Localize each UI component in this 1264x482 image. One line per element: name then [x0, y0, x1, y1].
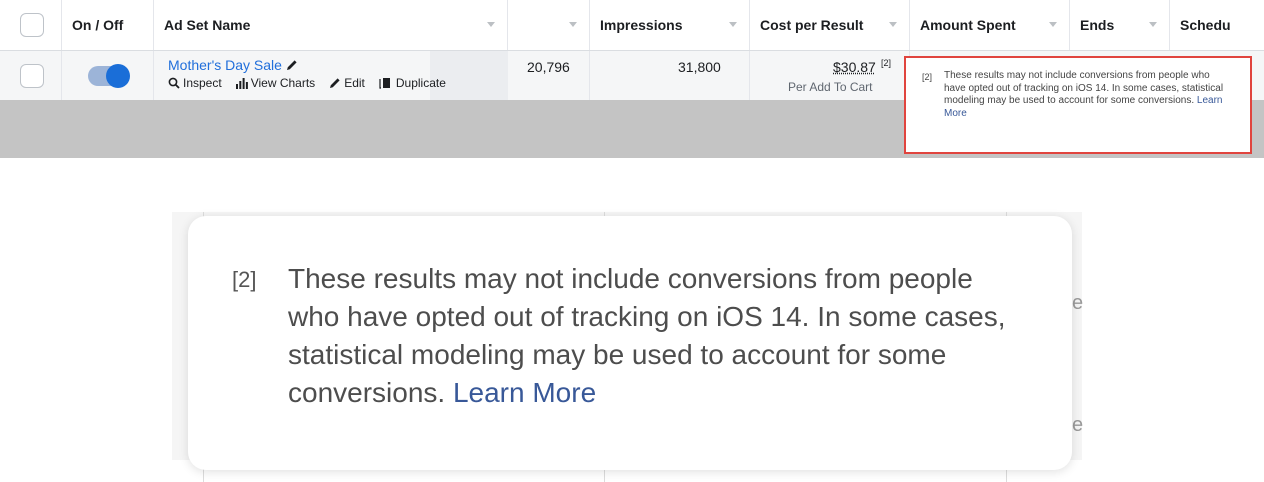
row-checkbox[interactable] [20, 64, 44, 88]
row-actions: Inspect View Charts Edit Duplicate [168, 76, 446, 90]
zoomed-tooltip: [2] These results may not include conver… [188, 216, 1072, 470]
ad-sets-table: On / Off Ad Set Name Impressions Cost pe… [0, 0, 1264, 158]
cost-per-result-subtitle: Per Add To Cart [788, 80, 873, 94]
column-on-off-label: On / Off [72, 17, 124, 33]
column-on-off[interactable]: On / Off [62, 0, 154, 50]
zoomed-tooltip-text: These results may not include conversion… [288, 263, 1006, 408]
duplicate-label: Duplicate [395, 76, 446, 90]
sort-icon[interactable] [1049, 22, 1057, 27]
column-ends[interactable]: Ends [1070, 0, 1170, 50]
tooltip-text-block: These results may not include conversion… [944, 70, 1234, 120]
results-value: 20,796 [527, 59, 570, 75]
inspect-label: Inspect [183, 76, 222, 90]
column-impressions[interactable]: Impressions [590, 0, 750, 50]
column-results[interactable] [508, 0, 590, 50]
ad-set-toggle[interactable] [88, 64, 130, 88]
sort-icon[interactable] [487, 22, 495, 27]
edit-action[interactable]: Edit [329, 76, 365, 90]
column-ends-label: Ends [1080, 17, 1115, 33]
duplicate-action[interactable]: Duplicate [379, 76, 446, 90]
sort-icon[interactable] [1149, 22, 1157, 27]
pencil-icon[interactable] [286, 59, 298, 71]
view-charts-action[interactable]: View Charts [235, 76, 316, 90]
column-schedule[interactable]: Schedu [1170, 0, 1264, 50]
bar-chart-icon [235, 78, 248, 89]
column-ad-set-name-label: Ad Set Name [164, 17, 251, 33]
sort-icon[interactable] [569, 22, 577, 27]
column-impressions-label: Impressions [600, 17, 683, 33]
tooltip-text: These results may not include conversion… [944, 70, 1224, 106]
select-all-checkbox[interactable] [20, 13, 44, 37]
pencil-icon [330, 78, 340, 88]
column-cost-per-result[interactable]: Cost per Result [750, 0, 910, 50]
magnifier-icon [168, 77, 180, 89]
column-schedule-label: Schedu [1180, 17, 1231, 33]
sort-icon[interactable] [889, 22, 897, 27]
sort-icon[interactable] [729, 22, 737, 27]
impressions-value: 31,800 [678, 59, 721, 75]
zoom-edge-text: e [1072, 414, 1084, 436]
select-all-cell [0, 0, 62, 50]
footnote-ref[interactable]: [2] [881, 58, 891, 68]
ad-set-name-link[interactable]: Mother's Day Sale [168, 57, 282, 73]
zoomed-learn-more-link[interactable]: Learn More [453, 377, 596, 408]
inspect-action[interactable]: Inspect [168, 76, 222, 90]
zoomed-tooltip-text-block: These results may not include conversion… [288, 260, 1028, 412]
column-amount-spent-label: Amount Spent [920, 17, 1016, 33]
column-ad-set-name[interactable]: Ad Set Name [154, 0, 508, 50]
edit-label: Edit [344, 76, 365, 90]
duplicate-icon [379, 78, 390, 89]
tooltip-number: [2] [922, 72, 933, 82]
zoomed-tooltip-number: [2] [232, 267, 257, 292]
ad-set-name-line: Mother's Day Sale [168, 57, 298, 73]
view-charts-label: View Charts [250, 76, 316, 90]
footnote-tooltip: [2] These results may not include conver… [904, 56, 1252, 154]
cost-per-result-value[interactable]: $30.87 [833, 59, 876, 75]
zoom-edge-text: e [1072, 292, 1084, 314]
row-impressions-cell [590, 51, 750, 100]
toggle-knob [106, 64, 130, 88]
column-cost-per-result-label: Cost per Result [760, 17, 864, 33]
column-amount-spent[interactable]: Amount Spent [910, 0, 1070, 50]
table-header: On / Off Ad Set Name Impressions Cost pe… [0, 0, 1264, 51]
